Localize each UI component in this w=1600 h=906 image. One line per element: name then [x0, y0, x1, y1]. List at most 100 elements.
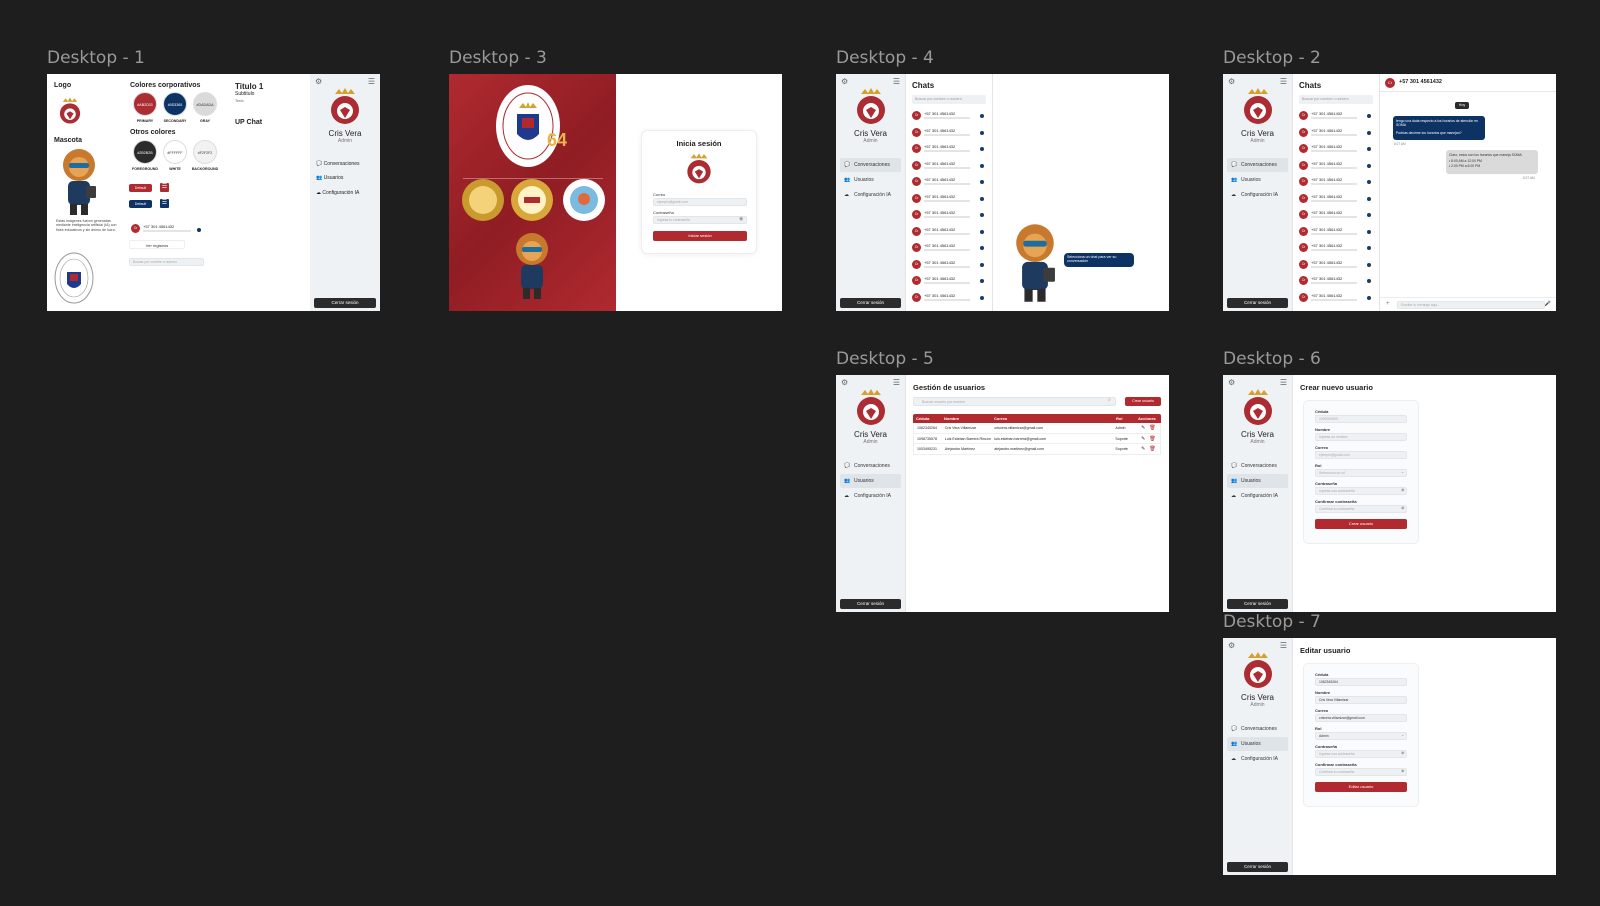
nav-conversations[interactable]: 💬 Conversaciones [1227, 158, 1288, 172]
form-field-input[interactable]: crisvera.villamizar@gmail.com [1315, 714, 1407, 722]
form-field-input[interactable]: Admin [1315, 732, 1407, 740]
frame-desktop-5[interactable]: ⚙ ☰ Cris Vera Admin 💬 Conversaciones 👥 Usu… [836, 375, 1169, 612]
chat-search-input[interactable]: Buscar por nombre o número [1299, 95, 1373, 104]
default-secondary-button[interactable]: Default [129, 200, 152, 208]
view-records-button[interactable]: Ver registros [129, 240, 185, 249]
nav-ai-config[interactable]: ☁ Configuración IA [1227, 489, 1288, 503]
nav-users[interactable]: 👥 Usuarios [1227, 737, 1288, 751]
frame-desktop-6[interactable]: ⚙ ☰ Cris Vera Admin 💬 Conversaciones 👥 Usu… [1223, 375, 1556, 612]
frame-desktop-1[interactable]: Logo Mascota Estas imágenes fueron gener… [47, 74, 380, 311]
menu-secondary-icon[interactable]: ☰ [160, 199, 169, 208]
chat-list-item[interactable]: Cr +57 301 4561432 [1299, 241, 1373, 255]
message-input[interactable]: Escribe tu mensaje aquí... [1397, 301, 1545, 309]
frame-label-desktop-3[interactable]: Desktop - 3 [449, 48, 547, 68]
form-field-input[interactable]: Confirma tu contraseña [1315, 505, 1407, 513]
table-row[interactable]: 1098735578 Luis Esteban Barrera Rincón lui… [913, 433, 1161, 444]
eye-icon[interactable]: ◉ [739, 216, 743, 222]
nav-users[interactable]: 👥 Usuarios [316, 175, 343, 181]
chat-list-item[interactable]: Cr +57 301 4561432 [912, 208, 986, 222]
trash-icon[interactable]: 🗑 [1149, 446, 1155, 452]
form-field-input[interactable]: 1062345264 [1315, 678, 1407, 686]
gear-icon[interactable]: ⚙ [841, 378, 848, 387]
trash-icon[interactable]: 🗑 [1149, 425, 1155, 431]
chat-list-item[interactable]: Cr +57 301 4561432 [912, 175, 986, 189]
nav-ai-config[interactable]: ☁ Configuración IA [840, 489, 901, 503]
chevron-down-icon[interactable]: ⌄ [1401, 732, 1404, 737]
gear-icon[interactable]: ⚙ [315, 77, 322, 86]
trash-icon[interactable]: 🗑 [1149, 436, 1155, 442]
column-header[interactable]: Nombre [941, 414, 991, 423]
form-field-input[interactable]: 1000000000 [1315, 415, 1407, 423]
chevron-down-icon[interactable]: ⌄ [1401, 469, 1404, 474]
nav-ai-config[interactable]: ☁ Configuración IA [1227, 188, 1288, 202]
eye-icon[interactable]: ◉ [1401, 768, 1405, 773]
email-field[interactable]: ejemplo@gmail.com [653, 198, 747, 206]
nav-users[interactable]: 👥 Usuarios [840, 474, 901, 488]
frame-label-desktop-6[interactable]: Desktop - 6 [1223, 349, 1321, 369]
frame-label-desktop-4[interactable]: Desktop - 4 [836, 48, 934, 68]
chat-list-item[interactable]: Cr +57 301 4561432 [1299, 142, 1373, 156]
logout-button[interactable]: Cerrar sesión [840, 599, 901, 609]
column-header[interactable]: Cédula [913, 414, 941, 423]
gear-icon[interactable]: ⚙ [1228, 378, 1235, 387]
chat-item-sample[interactable]: Cr +57 301 4561432 [129, 223, 205, 236]
login-submit-button[interactable]: Iniciar sesión [653, 231, 747, 241]
logout-button[interactable]: Cerrar sesión [1227, 862, 1288, 872]
column-header[interactable]: Acciones [1135, 414, 1161, 423]
frame-desktop-7[interactable]: ⚙ ☰ Cris Vera Admin 💬 Conversaciones 👥 Usu… [1223, 638, 1556, 875]
frame-label-desktop-7[interactable]: Desktop - 7 [1223, 612, 1321, 632]
chat-list-item[interactable]: Cr +57 301 4561432 [1299, 109, 1373, 123]
chat-list-item[interactable]: Cr +57 301 4561432 [912, 225, 986, 239]
form-field-input[interactable]: ejemplo@gmail.com [1315, 451, 1407, 459]
chat-list-item[interactable]: Cr +57 301 4561432 [912, 159, 986, 173]
chat-list-item[interactable]: Cr +57 301 4561432 [1299, 159, 1373, 173]
nav-conversations[interactable]: 💬 Conversaciones [840, 459, 901, 473]
nav-conversations[interactable]: 💬 Conversaciones [1227, 722, 1288, 736]
chat-list-item[interactable]: Cr +57 301 4561432 [912, 109, 986, 123]
chat-list-item[interactable]: Cr +57 301 4561432 [1299, 192, 1373, 206]
password-field[interactable]: Ingresa tu contraseña [653, 216, 747, 224]
gear-icon[interactable]: ⚙ [841, 77, 848, 86]
logout-button[interactable]: Cerrar sesión [1227, 298, 1288, 308]
form-field-input[interactable]: Ingresa una contraseña [1315, 487, 1407, 495]
gear-icon[interactable]: ⚙ [1228, 77, 1235, 86]
nav-users[interactable]: 👥 Usuarios [840, 173, 901, 187]
nav-conversations[interactable]: 💬 Conversaciones [316, 161, 359, 167]
chat-search-input[interactable]: Buscar por nombre o número [912, 95, 986, 104]
column-header[interactable]: Rol [1113, 414, 1135, 423]
menu-icon[interactable]: ☰ [368, 77, 375, 86]
search-input-sample[interactable]: Buscar por nombre o número [129, 258, 204, 266]
form-submit-button[interactable]: Editar usuario [1315, 782, 1407, 792]
menu-primary-icon[interactable]: ☰ [160, 183, 169, 192]
form-field-input[interactable]: Cris Vera Villamizar [1315, 696, 1407, 704]
eye-icon[interactable]: ◉ [1401, 750, 1405, 755]
chat-list-item[interactable]: Cr +57 301 4561432 [912, 192, 986, 206]
form-field-input[interactable]: Confirma tu contraseña [1315, 768, 1407, 776]
table-row[interactable]: 1062345264 Cris Vera Villamizar crisvera.v… [913, 423, 1161, 434]
logout-button[interactable]: Cerrar sesión [1227, 599, 1288, 609]
edit-icon[interactable]: ✎ [1141, 425, 1145, 431]
nav-ai-config[interactable]: ☁ Configuración IA [840, 188, 901, 202]
menu-icon[interactable]: ☰ [1280, 641, 1287, 650]
chat-list-item[interactable]: Cr +57 301 4561432 [1299, 225, 1373, 239]
menu-icon[interactable]: ☰ [893, 378, 900, 387]
gear-icon[interactable]: ⚙ [1228, 641, 1235, 650]
table-row[interactable]: 1003495231 Alejandro Martínez alejandro.ma… [913, 444, 1161, 455]
frame-desktop-3[interactable]: 64 Inicia sesión Correo ejemplo@gmail.co… [449, 74, 782, 311]
logout-button[interactable]: Cerrar sesión [840, 298, 901, 308]
chat-list-item[interactable]: Cr +57 301 4561432 [1299, 274, 1373, 288]
frame-label-desktop-2[interactable]: Desktop - 2 [1223, 48, 1321, 68]
plus-icon[interactable]: + [1386, 301, 1390, 307]
frame-label-desktop-1[interactable]: Desktop - 1 [47, 48, 145, 68]
chat-list-item[interactable]: Cr +57 301 4561432 [1299, 126, 1373, 140]
nav-ai-config[interactable]: ☁ Configuración IA [316, 190, 359, 196]
nav-conversations[interactable]: 💬 Conversaciones [840, 158, 901, 172]
edit-icon[interactable]: ✎ [1141, 436, 1145, 442]
frame-label-desktop-5[interactable]: Desktop - 5 [836, 349, 934, 369]
logout-button[interactable]: Cerrar sesión [314, 298, 376, 308]
microphone-icon[interactable]: 🎤 [1545, 301, 1551, 307]
nav-conversations[interactable]: 💬 Conversaciones [1227, 459, 1288, 473]
default-primary-button[interactable]: Default [129, 184, 152, 192]
chat-list-item[interactable]: Cr +57 301 4561432 [912, 126, 986, 140]
chat-list-item[interactable]: Cr +57 301 4561432 [1299, 291, 1373, 305]
